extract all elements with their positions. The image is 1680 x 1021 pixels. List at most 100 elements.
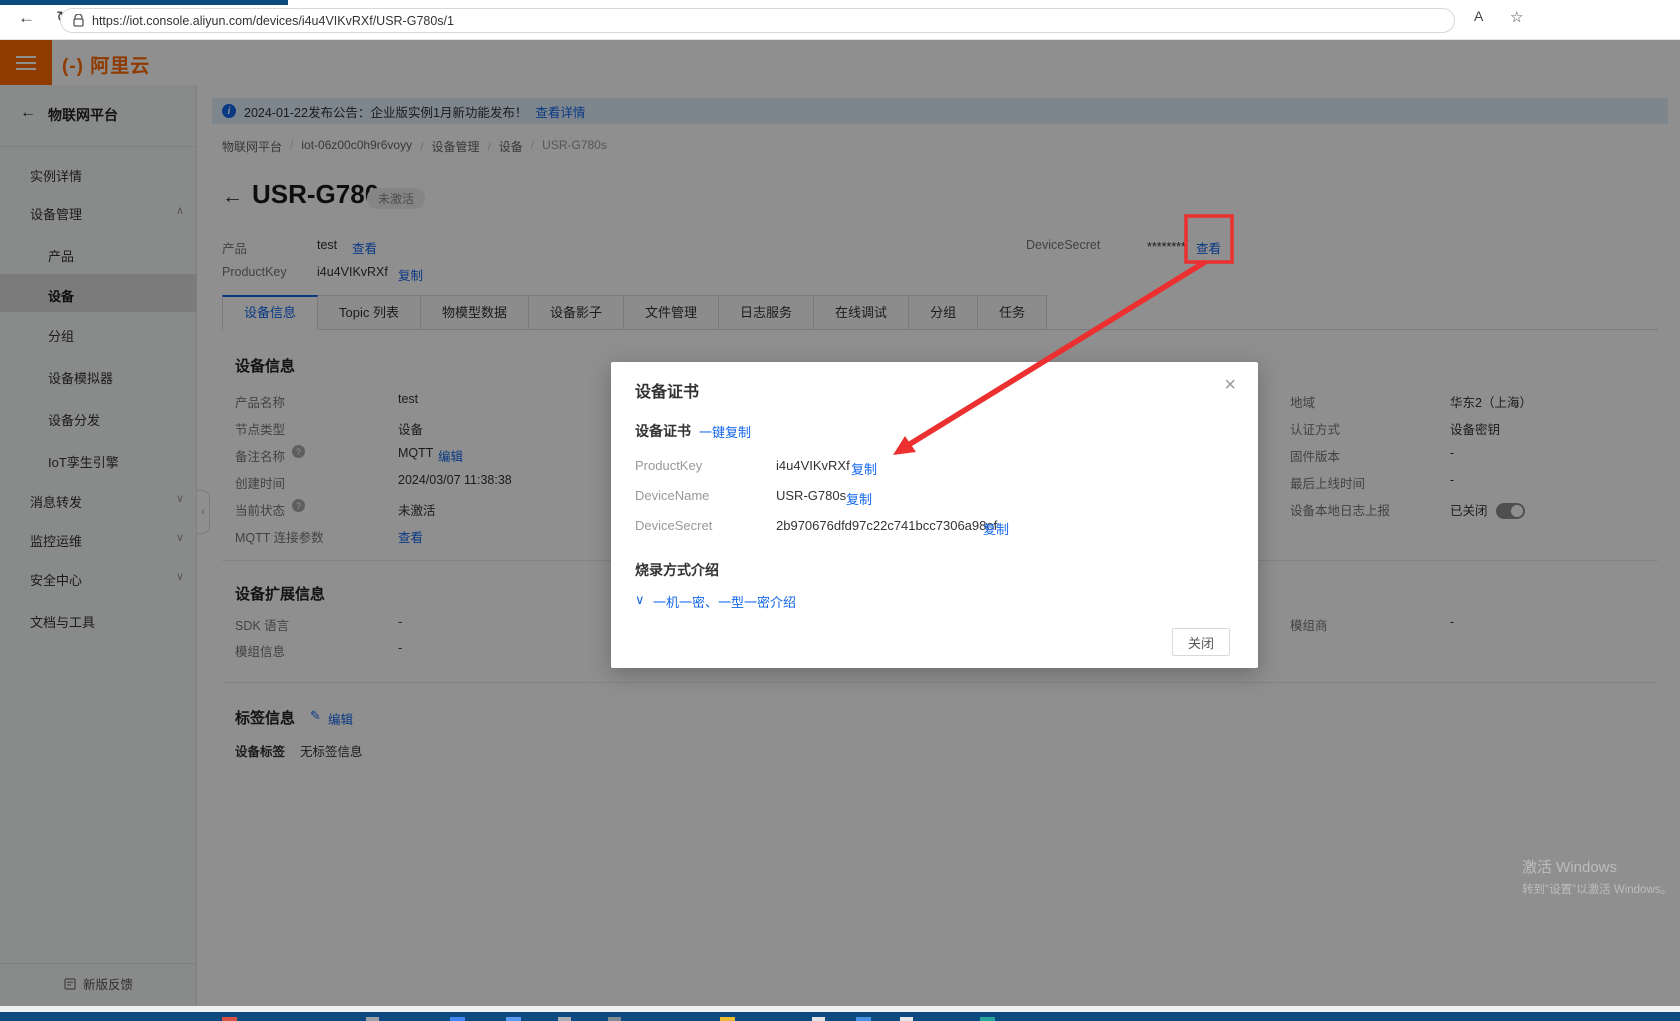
sidebar-item-instance-detail[interactable]: 实例详情 <box>30 166 82 185</box>
sidebar-back-icon[interactable]: ← <box>20 104 36 122</box>
burn-method-heading: 烧录方式介绍 <box>635 560 719 580</box>
devicesecret-view-link[interactable]: 查看 <box>1196 238 1221 257</box>
row-value: - <box>1450 446 1454 460</box>
taskbar-app-icon[interactable] <box>900 1017 913 1021</box>
info-icon: i <box>222 104 236 118</box>
aliyun-logo[interactable]: (-) 阿里云 <box>62 51 150 78</box>
sidebar-item-device-simulator[interactable]: 设备模拟器 <box>48 368 113 387</box>
breadcrumb-device-mgmt[interactable]: 设备管理 <box>420 138 479 155</box>
row-label: 最后上线时间 <box>1290 473 1365 492</box>
product-value: test <box>317 238 337 252</box>
tab-thing-model-data[interactable]: 物模型数据 <box>421 295 529 329</box>
row-label: 模组信息 <box>235 641 285 660</box>
divider <box>0 146 197 147</box>
sidebar-selected-band <box>0 274 197 312</box>
tab-online-debug[interactable]: 在线调试 <box>814 295 909 329</box>
row-label: SDK 语言 <box>235 615 289 634</box>
tab-device-shadow[interactable]: 设备影子 <box>529 295 624 329</box>
sidebar-collapse-handle[interactable]: ‹ <box>197 490 210 534</box>
local-log-toggle[interactable] <box>1496 503 1525 519</box>
sidebar-item-group[interactable]: 分组 <box>48 326 74 345</box>
row-value: - <box>398 615 402 629</box>
row-label: 设备本地日志上报 <box>1290 500 1390 519</box>
devicesecret-masked-value: ******** <box>1147 240 1186 254</box>
chevron-down-icon[interactable]: ∨ <box>635 592 645 608</box>
row-label: 当前状态 <box>235 500 285 519</box>
copy-link[interactable]: 复制 <box>983 519 1009 538</box>
sidebar-item-monitoring-ops[interactable]: 监控运维 <box>30 531 82 550</box>
sidebar-title: 物联网平台 <box>48 105 118 125</box>
browser-chrome: ← ↻ https://iot.console.aliyun.com/devic… <box>0 0 1680 40</box>
copy-link[interactable]: 复制 <box>851 459 877 478</box>
chevron-down-icon[interactable]: ∨ <box>176 492 184 505</box>
windows-activation-watermark: 激活 Windows 转到"设置"以激活 Windows。 <box>1522 856 1672 897</box>
feedback-icon <box>64 978 76 990</box>
taskbar-app-icon[interactable] <box>720 1017 735 1021</box>
chevron-down-icon[interactable]: ∨ <box>176 531 184 544</box>
tab-group[interactable]: 分组 <box>909 295 978 329</box>
sidebar-item-device-distribution[interactable]: 设备分发 <box>48 410 100 429</box>
announcement-link[interactable]: 查看详情 <box>535 102 585 121</box>
breadcrumb-platform[interactable]: 物联网平台 <box>222 138 282 155</box>
breadcrumb-current: USR-G780s <box>531 138 607 155</box>
help-icon[interactable]: ? <box>292 445 305 458</box>
burn-method-link[interactable]: 一机一密、一型一密介绍 <box>653 592 796 611</box>
favorite-star-icon[interactable]: ☆ <box>1510 8 1523 26</box>
sidebar-item-iot-twin[interactable]: IoT孪生引擎 <box>48 452 119 471</box>
sidebar-item-docs-tools[interactable]: 文档与工具 <box>30 612 95 631</box>
ext-info-heading: 设备扩展信息 <box>235 583 325 604</box>
productkey-copy-link[interactable]: 复制 <box>398 265 423 284</box>
taskbar-app-icon[interactable] <box>558 1017 571 1021</box>
read-aloud-icon[interactable]: A <box>1474 8 1483 24</box>
productkey-value: i4u4VIKvRXf <box>317 265 388 279</box>
menu-icon[interactable] <box>0 40 52 85</box>
modal-close-button[interactable]: 关闭 <box>1172 628 1230 656</box>
sidebar-item-product[interactable]: 产品 <box>48 246 74 265</box>
help-icon[interactable]: ? <box>292 499 305 512</box>
taskbar-app-icon[interactable] <box>366 1017 379 1021</box>
tag-edit-link[interactable]: 编辑 <box>328 709 353 728</box>
taskbar-app-icon[interactable] <box>608 1017 621 1021</box>
remark-edit-link[interactable]: 编辑 <box>438 446 463 465</box>
row-value: 设备 <box>398 419 423 438</box>
mqtt-params-view-link[interactable]: 查看 <box>398 527 423 546</box>
cert-section-label: 设备证书 <box>635 421 691 441</box>
browser-url-bar[interactable]: https://iot.console.aliyun.com/devices/i… <box>60 8 1455 33</box>
row-label: 产品名称 <box>235 392 285 411</box>
browser-back-icon[interactable]: ← <box>18 8 35 28</box>
product-view-link[interactable]: 查看 <box>352 238 377 257</box>
tab-task[interactable]: 任务 <box>978 295 1047 329</box>
chevron-up-icon[interactable]: ∧ <box>176 204 184 217</box>
taskbar-app-icon[interactable] <box>450 1017 465 1021</box>
copy-all-link[interactable]: 一键复制 <box>699 422 751 441</box>
close-icon[interactable]: × <box>1224 374 1236 397</box>
sidebar-item-security-center[interactable]: 安全中心 <box>30 570 82 589</box>
windows-taskbar[interactable] <box>0 1012 1680 1021</box>
row-value: test <box>398 392 418 406</box>
feedback-button[interactable]: 新版反馈 <box>64 974 133 993</box>
tab-topic-list[interactable]: Topic 列表 <box>318 295 421 329</box>
tab-file-mgmt[interactable]: 文件管理 <box>624 295 719 329</box>
breadcrumb-instance[interactable]: iot-06z00c0h9r6voyy <box>290 138 412 155</box>
row-value: 已关闭 <box>1450 500 1488 519</box>
chevron-down-icon[interactable]: ∨ <box>176 570 184 583</box>
row-value: 设备密钥 <box>1450 419 1500 438</box>
tab-device-info[interactable]: 设备信息 <box>222 295 318 330</box>
divider <box>222 682 1658 683</box>
row-value: - <box>398 641 402 655</box>
taskbar-app-icon[interactable] <box>812 1017 825 1021</box>
browser-url: https://iot.console.aliyun.com/devices/i… <box>92 14 454 28</box>
tab-log-service[interactable]: 日志服务 <box>719 295 814 329</box>
device-info-heading: 设备信息 <box>235 355 295 376</box>
sidebar-item-message-forwarding[interactable]: 消息转发 <box>30 492 82 511</box>
console-top-nav: (-) 阿里云 ⌂ 工作台 ▤ 账号全部资源 ∨ 华东2 (上海) ∨ 费用 I… <box>0 40 1680 85</box>
taskbar-app-icon[interactable] <box>980 1017 995 1021</box>
copy-link[interactable]: 复制 <box>846 489 872 508</box>
sidebar-item-device-mgmt[interactable]: 设备管理 <box>30 204 82 223</box>
sidebar-item-device[interactable]: 设备 <box>48 286 74 305</box>
taskbar-app-icon[interactable] <box>856 1017 871 1021</box>
taskbar-app-icon[interactable] <box>506 1017 521 1021</box>
breadcrumb-device[interactable]: 设备 <box>487 138 522 155</box>
page-back-icon[interactable]: ← <box>222 185 243 209</box>
taskbar-app-icon[interactable] <box>222 1017 237 1021</box>
